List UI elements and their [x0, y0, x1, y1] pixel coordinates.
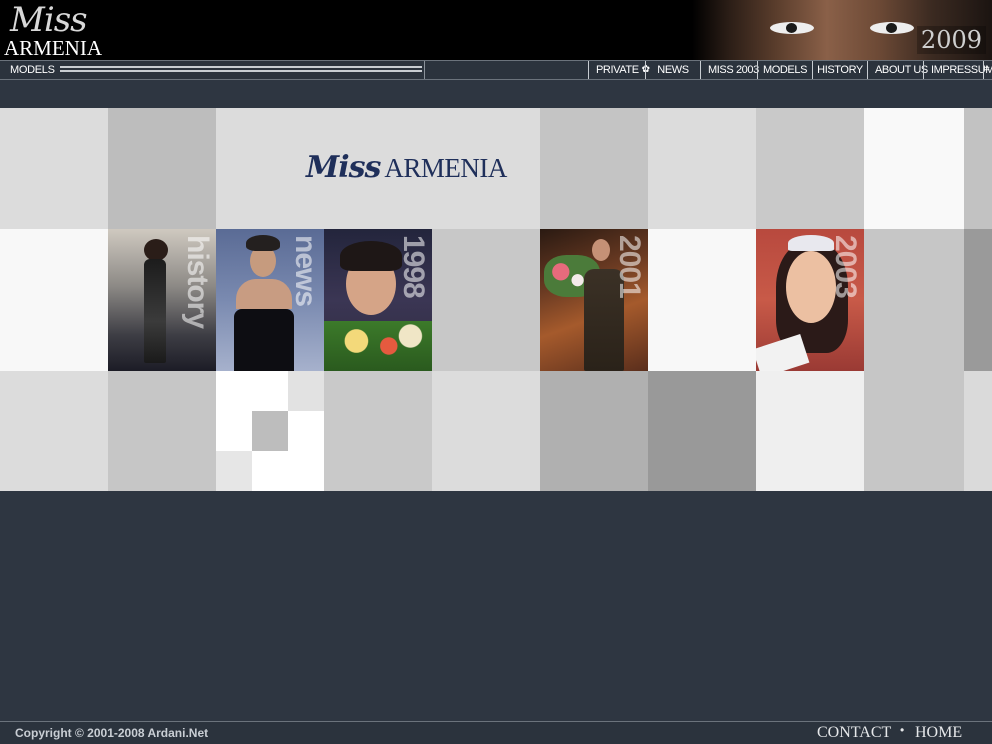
contact-link[interactable]: CONTACT: [817, 724, 891, 742]
figure-sash: [756, 334, 810, 371]
grid-subtile: [252, 411, 288, 451]
copyright-text: Copyright © 2001-2008 Ardani.Net: [15, 726, 209, 740]
grid-tile: [964, 229, 992, 371]
models-tab-bar: [60, 66, 422, 72]
nav-history-label: HISTORY: [817, 64, 863, 76]
nav-miss-2003[interactable]: MISS 2003: [700, 61, 759, 79]
logo-script-text[interactable]: Miss: [10, 0, 88, 40]
photo-news-label: news: [289, 235, 322, 307]
year-label: 2009: [916, 26, 986, 54]
nav-end-marker: =: [983, 61, 992, 79]
figure-gown: [144, 259, 166, 363]
figure-shoulders: [236, 279, 292, 309]
nav-models[interactable]: MODELS: [757, 61, 812, 79]
nav-private[interactable]: PRIVATE ✿: [588, 61, 650, 79]
grid-tile: [0, 371, 108, 491]
grid-tile: [108, 371, 216, 491]
models-tab[interactable]: MODELS: [0, 61, 425, 79]
center-logo-word: ARMENIA: [384, 153, 507, 183]
main-nav: PRIVATE ✿ NEWS MISS 2003 MODELS HISTORY …: [588, 61, 992, 79]
logo-wordmark[interactable]: ARMENIA: [4, 36, 102, 60]
eye-right-graphic: [870, 22, 914, 34]
photo-2003[interactable]: 2003: [756, 229, 864, 371]
grid-tile: [648, 108, 756, 229]
grid-subtile: [216, 451, 252, 491]
grid-tile: [864, 229, 964, 371]
photo-2003-label: 2003: [829, 235, 862, 298]
nav-models-label: MODELS: [762, 64, 808, 76]
header-eyes-photo: 2009: [692, 0, 992, 60]
figure-head: [144, 239, 168, 261]
figure-dress: [234, 309, 294, 371]
eye-left-graphic: [770, 22, 814, 34]
figure-bouquet: [324, 321, 432, 371]
photo-news[interactable]: news: [216, 229, 324, 371]
grid-tile: [540, 108, 648, 229]
footer-separator: •: [900, 723, 905, 737]
grid-tile: [648, 229, 756, 371]
footer: Copyright © 2001-2008 Ardani.Net CONTACT…: [0, 721, 992, 744]
grid-tile: [324, 371, 432, 491]
photo-2001-label: 2001: [613, 235, 646, 298]
center-logo[interactable]: Miss ARMENIA: [306, 150, 507, 185]
grid-tile: [756, 371, 864, 491]
nav-news-label: NEWS: [657, 64, 689, 76]
grid-tile: [964, 108, 992, 229]
tile-grid: Miss ARMENIA history news 1998 2001 2003: [0, 108, 992, 491]
nav-impressum[interactable]: IMPRESSUM: [923, 61, 992, 79]
header: Miss ARMENIA 2009: [0, 0, 992, 60]
grid-tile: [964, 371, 992, 491]
grid-tile: [108, 108, 216, 229]
center-logo-script: Miss: [306, 150, 381, 185]
home-link[interactable]: HOME: [915, 724, 962, 742]
grid-subtile: [288, 371, 324, 411]
figure-hair: [340, 241, 402, 271]
grid-tile: [540, 371, 648, 491]
nav-news[interactable]: NEWS: [645, 61, 700, 79]
models-tab-label: MODELS: [10, 64, 55, 76]
nav-about-us[interactable]: ABOUT US: [867, 61, 928, 79]
grid-tile: [864, 371, 964, 491]
grid-tile: [864, 108, 964, 229]
grid-tile: [756, 108, 864, 229]
nav-about-us-label: ABOUT US: [875, 64, 928, 76]
figure-hair: [246, 235, 280, 251]
photo-2001[interactable]: 2001: [540, 229, 648, 371]
nav-private-label: PRIVATE: [596, 64, 639, 76]
grid-tile: [0, 229, 108, 371]
grid-tile: [432, 371, 540, 491]
figure-face: [592, 239, 610, 261]
photo-history[interactable]: history: [108, 229, 216, 371]
photo-1998-label: 1998: [397, 235, 430, 298]
grid-tile: [648, 371, 756, 491]
grid-tile: [0, 108, 108, 229]
grid-tile: [432, 229, 540, 371]
photo-history-label: history: [181, 235, 214, 329]
menubar: MODELS PRIVATE ✿ NEWS MISS 2003 MODELS H…: [0, 60, 992, 80]
photo-1998[interactable]: 1998: [324, 229, 432, 371]
nav-history[interactable]: HISTORY: [812, 61, 867, 79]
nav-miss-2003-label: MISS 2003: [708, 64, 759, 76]
